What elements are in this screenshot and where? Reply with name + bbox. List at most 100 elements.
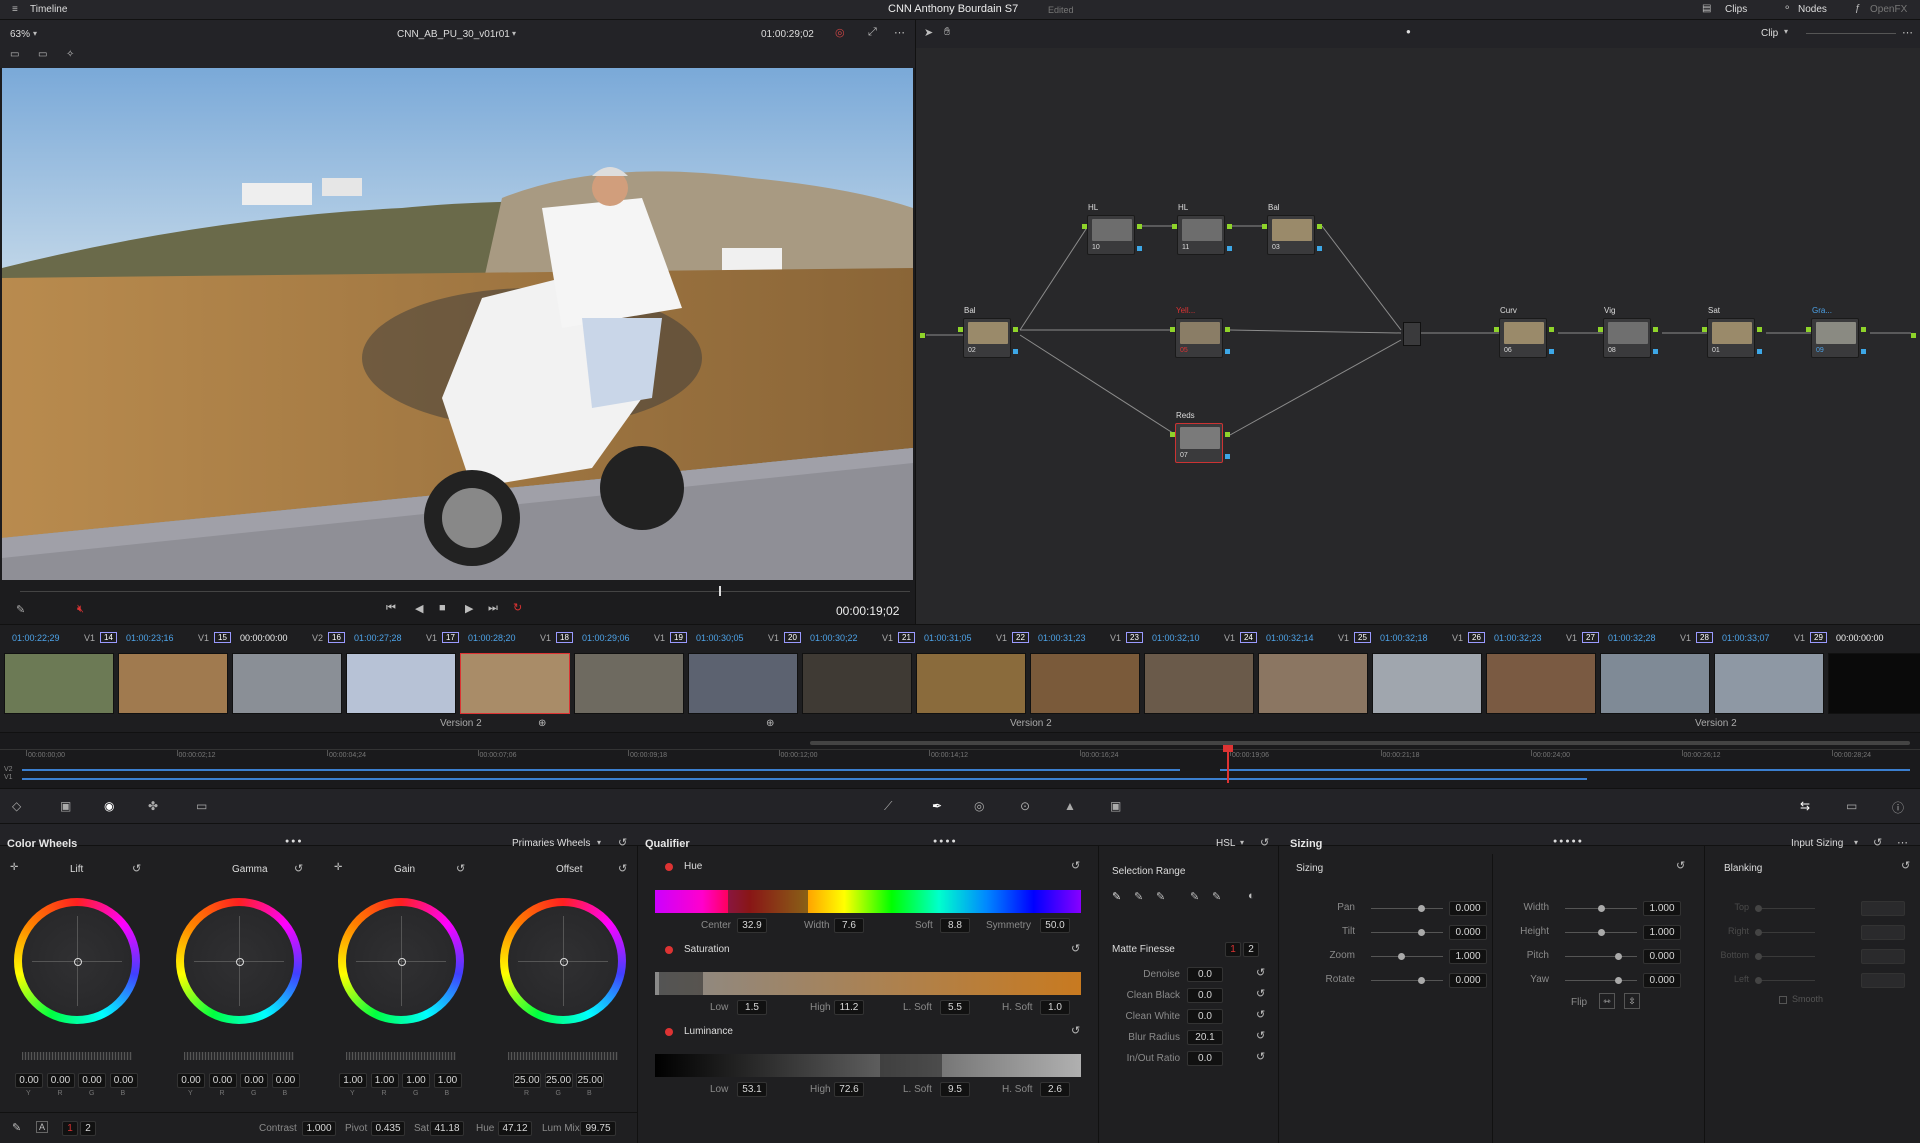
saturation-enable-toggle[interactable] [665,946,673,954]
node-09[interactable]: Gra... 09 [1806,306,1866,358]
blanking-right-slider[interactable] [1755,929,1815,936]
sizing-yaw-field[interactable]: 0.000 [1643,973,1681,988]
highlight-icon[interactable]: ✧ [66,49,74,60]
mixer-node[interactable] [1403,322,1421,346]
view-icon[interactable]: ▭ [10,49,19,60]
node-key-port-icon[interactable] [1225,349,1230,354]
clip-thumbnail[interactable] [1714,653,1824,714]
sizing-yaw-slider[interactable] [1565,977,1637,984]
crosshair-icon[interactable]: ✛ [10,862,18,873]
node-02[interactable]: Bal 02 [958,306,1018,358]
fullscreen-icon[interactable]: ⤢ [868,26,877,39]
hue-range-handle[interactable] [728,890,808,913]
clip-thumbnail[interactable] [460,653,570,714]
sizing-tilt-field[interactable]: 0.000 [1449,925,1487,940]
node-input-port-icon[interactable] [1702,327,1707,332]
matte-finesse-field[interactable]: 0.0 [1187,967,1223,982]
qualifier-mode-select[interactable]: HSL [1216,838,1235,849]
node-07[interactable]: Reds 07 [1170,411,1230,463]
lum-low-field[interactable]: 53.1 [737,1082,767,1097]
reset-icon[interactable]: ↺ [1256,1008,1265,1021]
sync-icon[interactable]: ◎ [835,26,845,39]
picker-minus-icon[interactable]: ✎ [1134,890,1143,903]
qualifier-icon[interactable]: ✒ [932,799,942,813]
loop-icon[interactable]: ↻ [513,601,522,614]
skip-forward-icon[interactable]: ⏭︎ [488,602,498,615]
node-key-port-icon[interactable] [1225,454,1230,459]
auto-balance-icon[interactable]: A [36,1121,49,1133]
contrast-field[interactable]: 1.000 [302,1121,336,1136]
lum-mix-field[interactable]: 99.75 [580,1121,616,1136]
node-03[interactable]: Bal 03 [1262,203,1322,255]
timeline-icon[interactable]: ≡ [12,4,18,15]
reset-icon[interactable]: ↺ [618,836,627,849]
clip-thumbnail[interactable] [4,653,114,714]
blanking-top-slider[interactable] [1755,905,1815,912]
node-input-port-icon[interactable] [1082,224,1087,229]
node-output-port-icon[interactable] [1549,327,1554,332]
blur-icon[interactable]: ▲ [1064,799,1076,813]
page-dot-icon[interactable]: ● ● ● ● [933,838,956,845]
wheel-value-field[interactable]: 0.00 [177,1073,205,1088]
rgb-mixer-icon[interactable]: ✤ [148,799,158,813]
mini-timeline[interactable]: 00:00:00;00 00:00:02;12 00:00:04;24 00:00:0… [0,732,1920,788]
lum-lsoft-field[interactable]: 9.5 [940,1082,970,1097]
clip-thumbnail[interactable] [1372,653,1482,714]
tracker-icon[interactable]: ⊙ [1020,799,1030,813]
node-input-port-icon[interactable] [1494,327,1499,332]
sizing-pitch-field[interactable]: 0.000 [1643,949,1681,964]
clip-thumbnail[interactable] [916,653,1026,714]
clip-name[interactable]: CNN_AB_PU_30_v01r01 [397,29,510,40]
clip-thumbnail[interactable] [1258,653,1368,714]
reset-icon[interactable]: ↺ [1873,836,1882,849]
sizing-rotate-field[interactable]: 0.000 [1449,973,1487,988]
node-11[interactable]: HL 11 [1172,203,1232,255]
page-dot-icon[interactable]: ● ● ● ● ● [1553,838,1582,845]
reset-icon[interactable]: ↺ [1071,1024,1080,1037]
reset-icon[interactable]: ↺ [132,862,141,875]
clip-thumbnail[interactable] [1828,653,1920,714]
wheel-value-field[interactable]: 25.00 [544,1073,573,1088]
node-key-port-icon[interactable] [1653,349,1658,354]
master-wheel-slider[interactable] [22,1052,132,1060]
node-input-port-icon[interactable] [1170,327,1175,332]
node-output-port-icon[interactable] [1137,224,1142,229]
sizing-zoom-field[interactable]: 1.000 [1449,949,1487,964]
node-output-port-icon[interactable] [1861,327,1866,332]
track-v1-clip[interactable] [22,778,1587,780]
lum-hsoft-field[interactable]: 2.6 [1040,1082,1070,1097]
curves-icon[interactable]: ⟋ [884,799,892,814]
sat-low-field[interactable]: 1.5 [737,1000,767,1015]
track-v2-clip[interactable] [480,769,1180,771]
reset-icon[interactable]: ↺ [294,862,303,875]
matte-finesse-field[interactable]: 0.0 [1187,1051,1223,1066]
node-10[interactable]: HL 10 [1082,203,1142,255]
3d-icon[interactable]: ▭ [1846,799,1857,813]
scrubber[interactable] [20,591,910,592]
sat-lsoft-field[interactable]: 5.5 [940,1000,970,1015]
timeline-label[interactable]: Timeline [30,4,67,15]
hue-width-field[interactable]: 7.6 [834,918,864,933]
node-output-port-icon[interactable] [1653,327,1658,332]
picker-plus-icon[interactable]: ✎ [1156,890,1165,903]
node-input-port-icon[interactable] [1170,432,1175,437]
node-output-port-icon[interactable] [1225,327,1230,332]
pivot-field[interactable]: 0.435 [371,1121,405,1136]
motion-effects-icon[interactable]: ▭ [196,799,207,813]
key-icon[interactable]: ▣ [1110,799,1121,813]
sizing-zoom-slider[interactable] [1371,953,1443,960]
feather-minus-icon[interactable]: ✎ [1190,890,1199,903]
wheel-value-field[interactable]: 25.00 [513,1073,541,1088]
master-wheel-slider[interactable] [346,1052,456,1060]
clip-thumbnail[interactable] [118,653,228,714]
flip-vertical-icon[interactable]: ⇳ [1624,993,1640,1009]
sat-field[interactable]: 41.18 [430,1121,464,1136]
node-key-port-icon[interactable] [1861,349,1866,354]
master-wheel-slider[interactable] [184,1052,294,1060]
sizing-rotate-slider[interactable] [1371,977,1443,984]
clip-thumbnail[interactable] [1600,653,1710,714]
eyedropper-icon[interactable]: ✎ [16,603,25,616]
clip-thumbnail[interactable] [1144,653,1254,714]
lum-high-field[interactable]: 72.6 [834,1082,864,1097]
hue-center-field[interactable]: 32.9 [737,918,767,933]
